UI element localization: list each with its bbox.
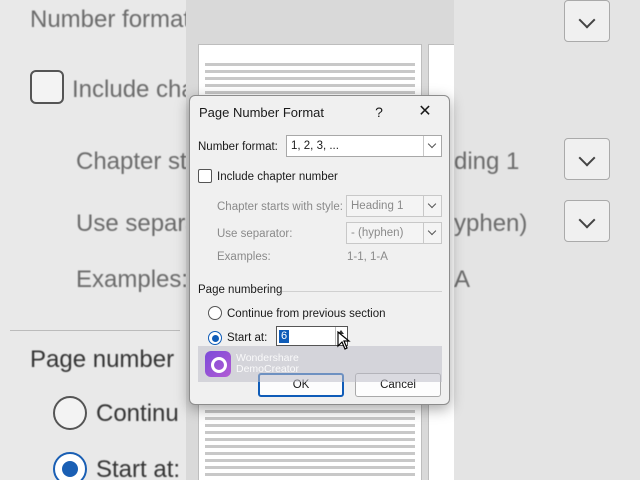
bg-include-chapter-label: Include chapter (72, 76, 186, 103)
separator-select[interactable]: - (hyphen) (346, 222, 442, 244)
number-format-select[interactable]: 1, 2, 3, ... (286, 135, 442, 157)
group-divider (282, 291, 442, 292)
chevron-down-icon[interactable] (423, 223, 441, 243)
start-at-label: Start at: (227, 332, 268, 344)
examples-label: Examples: (217, 251, 271, 263)
close-button[interactable]: ✕ (414, 102, 436, 122)
bg-continue-label: Continu (96, 400, 179, 427)
start-at-radio[interactable] (208, 331, 222, 345)
examples-value: 1-1, 1-A (347, 251, 388, 263)
chapter-style-label: Chapter starts with style: (217, 201, 343, 213)
chapter-style-value: Heading 1 (351, 200, 404, 212)
bg-number-format-dropdown (564, 0, 610, 42)
bg-continue-radio (53, 396, 87, 430)
watermark-line2: DemoCreator (236, 363, 300, 375)
include-chapter-checkbox[interactable] (198, 169, 212, 183)
bg-start-at-label: Start at: (96, 456, 181, 480)
watermark-band (198, 346, 442, 382)
bg-heading-value: ding 1 (454, 148, 520, 175)
bg-chapter-starts-label: Chapter st (76, 148, 186, 175)
separator-label: Use separator: (217, 228, 293, 240)
include-chapter-label: Include chapter number (217, 171, 338, 183)
chevron-down-icon[interactable] (423, 136, 441, 156)
number-format-label: Number format: (198, 141, 278, 153)
continue-radio[interactable] (208, 306, 222, 320)
dialog-title: Page Number Format (199, 105, 324, 120)
separator-value: - (hyphen) (351, 227, 404, 239)
mouse-cursor-icon (337, 331, 351, 350)
democreator-logo-icon (205, 351, 231, 377)
bg-separator (10, 330, 180, 331)
bg-page-numbering-label: Page number (30, 346, 175, 373)
start-at-value[interactable]: 6 (279, 330, 290, 343)
continue-label: Continue from previous section (227, 308, 386, 320)
bg-include-chapter-checkbox (30, 70, 64, 104)
bg-heading-dropdown (564, 138, 610, 180)
help-button[interactable]: ? (369, 102, 389, 122)
bg-example-value: A (454, 266, 471, 293)
chapter-style-select[interactable]: Heading 1 (346, 195, 442, 217)
bg-separator-dropdown (564, 200, 610, 242)
number-format-value: 1, 2, 3, ... (291, 140, 339, 152)
bg-separator-value: yphen) (454, 210, 528, 237)
dialog-titlebar[interactable]: Page Number Format ? ✕ (190, 96, 449, 128)
bg-start-at-radio (53, 452, 87, 480)
page-numbering-label: Page numbering (198, 284, 283, 296)
bg-number-format-label: Number format (30, 6, 186, 33)
bg-use-separator-label: Use separat (76, 210, 186, 237)
background-zoomed-dialog-left: Number format Include chapter Chapter st… (0, 0, 186, 480)
chevron-down-icon[interactable] (423, 196, 441, 216)
background-zoomed-dialog-right: ding 1 yphen) A (454, 0, 640, 480)
bg-examples-label: Examples: (76, 266, 186, 293)
